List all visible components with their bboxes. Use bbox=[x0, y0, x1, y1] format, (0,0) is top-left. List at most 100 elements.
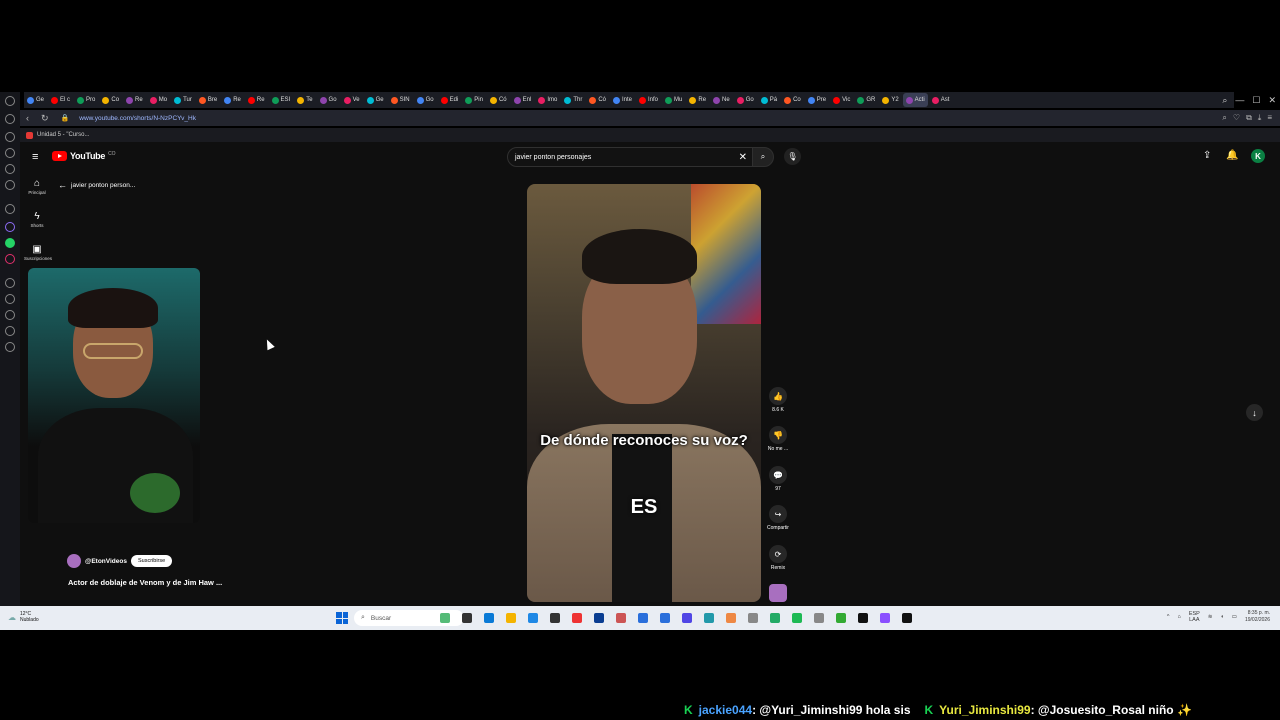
taskbar-app-icon[interactable] bbox=[792, 613, 802, 623]
youtube-logo[interactable]: YouTube CO bbox=[52, 151, 116, 161]
taskbar-app-icon[interactable] bbox=[440, 613, 450, 623]
taskbar-app-icon[interactable] bbox=[704, 613, 714, 623]
whatsapp-icon[interactable] bbox=[5, 238, 15, 248]
extensions-icon[interactable]: ⧉ bbox=[1246, 113, 1252, 123]
opera-logo-icon[interactable] bbox=[5, 96, 15, 106]
app-icon[interactable] bbox=[5, 148, 15, 158]
sound-thumbnail[interactable] bbox=[769, 584, 787, 602]
browser-tab[interactable]: El c bbox=[48, 93, 73, 107]
channel-avatar[interactable] bbox=[67, 554, 81, 568]
back-to-search[interactable]: ← javier ponton person... bbox=[58, 180, 135, 190]
browser-tab[interactable]: Y2 bbox=[879, 93, 901, 107]
clock-icon[interactable] bbox=[5, 310, 15, 320]
zoom-icon[interactable]: ⌕ bbox=[1222, 113, 1226, 123]
search-input[interactable]: javier ponton personajes ✕ bbox=[507, 147, 754, 167]
app-icon[interactable] bbox=[5, 164, 15, 174]
search-button[interactable]: ⌕ bbox=[752, 147, 774, 167]
browser-tab[interactable]: Ge bbox=[24, 93, 47, 107]
nav-item-subscriptions[interactable]: ▣ Suscripciones bbox=[24, 244, 52, 261]
browser-tab[interactable]: Ast bbox=[929, 93, 953, 107]
browser-tab[interactable]: Acti bbox=[902, 93, 928, 107]
battery-icon[interactable]: ▭ bbox=[1232, 614, 1237, 620]
browser-tab[interactable]: Co bbox=[781, 93, 804, 107]
download-icon[interactable]: ⤓ bbox=[1258, 113, 1262, 123]
browser-tab[interactable]: Thr bbox=[561, 93, 585, 107]
browser-tab[interactable]: ESI bbox=[269, 93, 294, 107]
browser-tab[interactable]: Có bbox=[586, 93, 609, 107]
like-button[interactable]: 👍 8.6 K bbox=[764, 387, 792, 413]
taskbar-app-icon[interactable] bbox=[660, 613, 670, 623]
taskbar-app-icon[interactable] bbox=[726, 613, 736, 623]
history-icon[interactable] bbox=[5, 132, 15, 142]
browser-tab[interactable]: Bre bbox=[196, 93, 220, 107]
taskbar-app-icon[interactable] bbox=[814, 613, 824, 623]
share-button[interactable]: ↪ Compartir bbox=[764, 505, 792, 531]
browser-tab[interactable]: Re bbox=[686, 93, 709, 107]
taskbar-app-icon[interactable] bbox=[550, 613, 560, 623]
menu-icon[interactable]: ≡ bbox=[32, 151, 38, 163]
voice-search-button[interactable]: 🎙 bbox=[784, 148, 801, 165]
taskbar-app-icon[interactable] bbox=[572, 613, 582, 623]
search-tabs-icon[interactable]: ⌕ bbox=[1222, 95, 1227, 106]
taskbar-app-icon[interactable] bbox=[462, 613, 472, 623]
refresh-icon[interactable] bbox=[5, 114, 15, 124]
bookmark-item[interactable]: Unidad 5 - "Curso... bbox=[37, 132, 90, 138]
instagram-icon[interactable] bbox=[5, 254, 15, 264]
channel-name[interactable]: @EtonVideos bbox=[85, 558, 127, 565]
minimize-button[interactable]: — bbox=[1235, 95, 1244, 105]
taskbar-app-icon[interactable] bbox=[594, 613, 604, 623]
browser-tab[interactable]: Imo bbox=[535, 93, 560, 107]
browser-tab[interactable]: Go bbox=[414, 93, 437, 107]
browser-tab[interactable]: Re bbox=[123, 93, 146, 107]
browser-tab[interactable]: SIN bbox=[388, 93, 413, 107]
browser-tab[interactable]: Go bbox=[317, 93, 340, 107]
app-icon[interactable] bbox=[5, 180, 15, 190]
upload-icon[interactable]: ⇪ bbox=[1203, 150, 1211, 161]
browser-tab[interactable]: Go bbox=[734, 93, 757, 107]
nav-item-shorts[interactable]: ϟ Shorts bbox=[24, 211, 50, 228]
browser-tab[interactable]: Re bbox=[245, 93, 268, 107]
notifications-icon[interactable]: 🔔 bbox=[1226, 150, 1238, 161]
browser-tab[interactable]: Vic bbox=[830, 93, 853, 107]
browser-tab[interactable]: Inte bbox=[610, 93, 635, 107]
remix-button[interactable]: ⟳ Remix bbox=[764, 545, 792, 571]
app-icon[interactable] bbox=[5, 204, 15, 214]
browser-tab[interactable]: Pre bbox=[805, 93, 829, 107]
browser-tab[interactable]: Te bbox=[294, 93, 315, 107]
weather-widget[interactable]: ☁ 12°C Nublado bbox=[8, 611, 39, 623]
browser-tab[interactable]: Tur bbox=[171, 93, 195, 107]
browser-tab[interactable]: Pin bbox=[462, 93, 486, 107]
taskbar-app-icon[interactable] bbox=[770, 613, 780, 623]
subscribe-button[interactable]: Suscribirse bbox=[130, 555, 173, 567]
messenger-icon[interactable] bbox=[5, 222, 15, 232]
browser-tab[interactable]: Re bbox=[221, 93, 244, 107]
taskbar-app-icon[interactable] bbox=[748, 613, 758, 623]
browser-tab[interactable]: Ne bbox=[710, 93, 733, 107]
taskbar-app-icon[interactable] bbox=[858, 613, 868, 623]
app-icon[interactable] bbox=[5, 278, 15, 288]
taskbar-app-icon[interactable] bbox=[836, 613, 846, 623]
taskbar-app-icon[interactable] bbox=[902, 613, 912, 623]
chevron-up-icon[interactable]: ^ bbox=[1167, 614, 1170, 620]
back-icon[interactable]: ‹ bbox=[26, 113, 29, 123]
start-button[interactable] bbox=[336, 612, 348, 624]
wifi-icon[interactable]: ≋ bbox=[1208, 614, 1213, 620]
url-field[interactable]: www.youtube.com/shorts/N-NzPCYv_Hk bbox=[79, 115, 196, 122]
browser-tab[interactable]: Pro bbox=[74, 93, 98, 107]
taskbar-app-icon[interactable] bbox=[880, 613, 890, 623]
nav-item-home[interactable]: ⌂ Principal bbox=[24, 178, 50, 195]
maximize-button[interactable]: ☐ bbox=[1252, 95, 1260, 106]
reload-icon[interactable]: ↻ bbox=[41, 113, 49, 124]
close-window-button[interactable]: ✕ bbox=[1268, 95, 1276, 106]
bookmark-icon[interactable]: ♡ bbox=[1233, 113, 1240, 123]
browser-tab[interactable]: Mo bbox=[147, 93, 170, 107]
taskbar-app-icon[interactable] bbox=[484, 613, 494, 623]
browser-tab[interactable]: Co bbox=[99, 93, 122, 107]
comments-button[interactable]: 💬 97 bbox=[764, 466, 792, 492]
short-title[interactable]: Actor de doblaje de Venom y de Jim Haw .… bbox=[68, 578, 222, 587]
short-video-player[interactable]: De dónde reconoces su voz? ES bbox=[527, 184, 761, 602]
menu-icon[interactable]: ≡ bbox=[1267, 113, 1272, 123]
browser-tab[interactable]: GR bbox=[854, 93, 878, 107]
browser-tab[interactable]: Edi bbox=[438, 93, 462, 107]
browser-tab[interactable]: Pá bbox=[758, 93, 780, 107]
